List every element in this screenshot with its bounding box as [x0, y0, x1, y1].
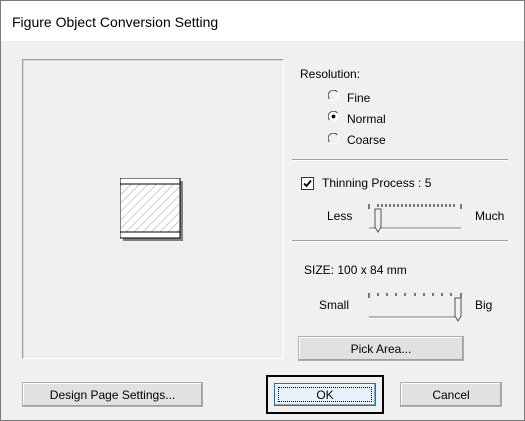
thinning-less-label: Less	[327, 209, 353, 223]
slider-ticks	[368, 204, 462, 209]
separator	[292, 240, 508, 242]
slider-thumb	[454, 297, 462, 322]
ok-highlight-frame: OK	[266, 375, 384, 414]
dialog-title: Figure Object Conversion Setting	[12, 14, 219, 30]
conversion-dialog: Figure Object Conversion Setting Resolut…	[0, 0, 525, 421]
slider-thumb	[374, 208, 382, 233]
checkmark-icon	[303, 179, 312, 188]
thinning-checkbox[interactable]	[301, 177, 314, 190]
resolution-label: Resolution:	[300, 67, 361, 81]
size-slider[interactable]	[365, 290, 465, 324]
radio-fine[interactable]	[328, 90, 339, 101]
thinning-slider[interactable]	[365, 201, 465, 235]
radio-coarse[interactable]	[328, 133, 339, 144]
slider-ticks	[368, 293, 462, 298]
figure-thumbnail	[120, 178, 183, 241]
radio-normal-label[interactable]: Normal	[347, 112, 386, 126]
thinning-label: Thinning Process : 5	[322, 176, 432, 190]
size-readout: SIZE: 100 x 84 mm	[304, 263, 407, 277]
radio-coarse-label[interactable]: Coarse	[347, 133, 386, 147]
preview-panel	[22, 59, 284, 359]
design-page-settings-button[interactable]: Design Page Settings...	[22, 382, 203, 407]
radio-normal[interactable]	[328, 111, 339, 122]
size-small-label: Small	[319, 298, 350, 312]
size-big-label: Big	[475, 298, 493, 312]
ok-button[interactable]: OK	[274, 383, 376, 406]
radio-fine-label[interactable]: Fine	[347, 91, 370, 105]
cancel-button[interactable]: Cancel	[400, 382, 502, 407]
separator	[292, 159, 508, 161]
title-bar[interactable]: Figure Object Conversion Setting	[1, 1, 524, 41]
thinning-much-label: Much	[475, 209, 505, 223]
focus-rect	[278, 387, 372, 402]
pick-area-button[interactable]: Pick Area...	[298, 336, 464, 361]
